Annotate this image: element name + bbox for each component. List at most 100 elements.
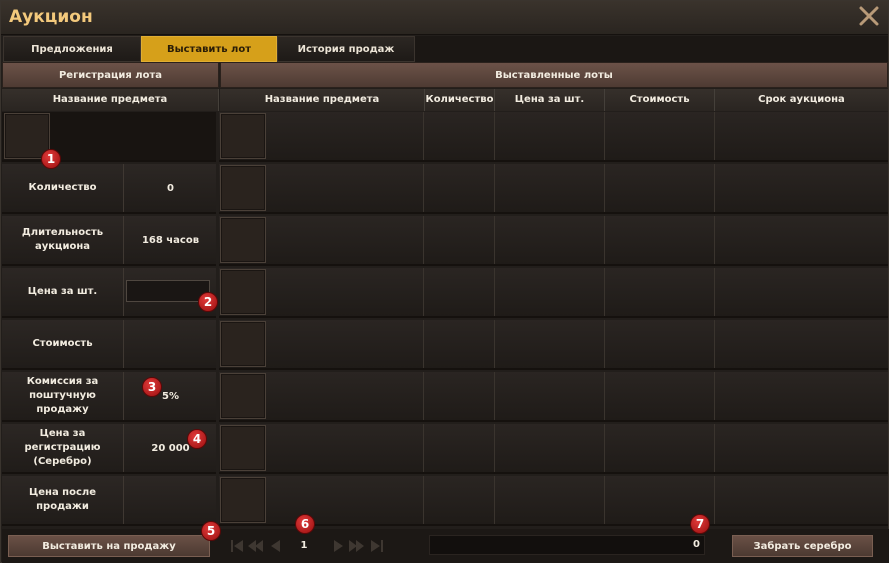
after-sale-value xyxy=(125,476,216,524)
tab-offers[interactable]: Предложения xyxy=(3,36,141,62)
lot-cell xyxy=(219,372,424,420)
next-ten-pages-icon[interactable] xyxy=(349,537,365,555)
last-page-icon[interactable] xyxy=(369,537,385,555)
lots-col-cost[interactable]: Стоимость xyxy=(605,89,715,111)
place-for-sale-button[interactable]: Выставить на продажу xyxy=(8,535,210,557)
lot-cell xyxy=(715,112,888,160)
marker-badge: 1 xyxy=(41,149,61,169)
lot-cell xyxy=(495,164,605,212)
quantity-value: 0 xyxy=(167,182,174,194)
lot-cell xyxy=(495,216,605,264)
lot-cell xyxy=(715,164,888,212)
registration-fee-row: Цена за регистрацию (Серебро) 20 000 xyxy=(2,424,216,474)
marker-badge: 3 xyxy=(142,377,162,397)
cost-row: Стоимость xyxy=(2,320,216,370)
lots-col-duration[interactable]: Срок аукциона xyxy=(715,89,888,111)
lot-cell xyxy=(495,424,605,472)
lot-cell xyxy=(219,320,424,368)
lot-cell xyxy=(715,320,888,368)
lot-row xyxy=(219,372,888,422)
marker-badge: 4 xyxy=(187,429,207,449)
lot-row xyxy=(219,112,888,162)
lot-cell xyxy=(495,268,605,316)
lot-cell xyxy=(425,216,495,264)
close-icon[interactable] xyxy=(858,5,880,27)
lot-row xyxy=(219,216,888,266)
lot-cell xyxy=(425,476,495,524)
lot-cell xyxy=(605,424,715,472)
lot-cell xyxy=(605,372,715,420)
lot-cell xyxy=(715,268,888,316)
next-page-icon[interactable] xyxy=(331,537,347,555)
quantity-row: Количество 0 xyxy=(2,164,216,214)
lot-cell xyxy=(715,216,888,264)
quantity-label: Количество xyxy=(2,164,124,212)
lot-cell xyxy=(219,424,424,472)
registration-header: Регистрация лота xyxy=(2,62,219,88)
prev-page-icon[interactable] xyxy=(267,537,283,555)
lot-cell xyxy=(495,476,605,524)
lot-row xyxy=(219,424,888,474)
after-sale-row: Цена после продажи xyxy=(2,476,216,526)
window-title: Аукцион xyxy=(9,7,93,27)
lot-row xyxy=(219,476,888,526)
lot-cell xyxy=(219,476,424,524)
tab-bar: Предложения Выставить лот История продаж xyxy=(3,36,888,62)
lot-cell xyxy=(605,164,715,212)
lot-cell xyxy=(605,268,715,316)
silver-amount: 0 xyxy=(693,539,700,550)
lots-col-quantity[interactable]: Количество xyxy=(425,89,495,111)
tab-sales-history[interactable]: История продаж xyxy=(277,36,415,62)
marker-badge: 6 xyxy=(295,514,315,534)
after-sale-label: Цена после продажи xyxy=(2,476,124,524)
cost-label: Стоимость xyxy=(2,320,124,368)
unit-price-label: Цена за шт. xyxy=(2,268,124,316)
lot-row xyxy=(219,268,888,318)
duration-label: Длительность аукциона xyxy=(2,216,124,264)
tab-place-lot[interactable]: Выставить лот xyxy=(141,36,277,62)
lot-cell xyxy=(425,320,495,368)
cost-value xyxy=(125,320,216,368)
duration-row: Длительность аукциона 168 часов xyxy=(2,216,216,266)
lot-cell xyxy=(605,112,715,160)
unit-price-row: Цена за шт. xyxy=(2,268,216,318)
item-slot-row xyxy=(2,112,216,162)
auction-window: Аукцион Предложения Выставить лот Истори… xyxy=(0,0,889,563)
lots-col-unit-price[interactable]: Цена за шт. xyxy=(495,89,605,111)
marker-badge: 5 xyxy=(201,521,221,541)
collect-silver-button[interactable]: Забрать серебро xyxy=(732,535,873,557)
silver-amount-bar: 0 xyxy=(429,535,705,555)
lot-cell xyxy=(425,164,495,212)
lot-cell xyxy=(219,164,424,212)
lot-cell xyxy=(495,112,605,160)
lot-cell xyxy=(715,476,888,524)
marker-badge: 2 xyxy=(198,292,218,312)
marker-badge: 7 xyxy=(690,514,710,534)
lot-row xyxy=(219,320,888,370)
lot-cell xyxy=(425,268,495,316)
lot-cell xyxy=(425,424,495,472)
commission-label: Комиссия за поштучную продажу xyxy=(2,372,124,420)
lot-cell xyxy=(219,268,424,316)
commission-row: Комиссия за поштучную продажу 5% xyxy=(2,372,216,422)
title-bar: Аукцион xyxy=(1,1,888,35)
lot-cell xyxy=(495,320,605,368)
lot-cell xyxy=(219,112,424,160)
lot-cell xyxy=(605,320,715,368)
lot-row xyxy=(219,164,888,214)
lots-col-name[interactable]: Название предмета xyxy=(220,89,425,111)
lot-cell xyxy=(425,372,495,420)
lot-cell xyxy=(495,372,605,420)
lot-cell xyxy=(715,424,888,472)
duration-value[interactable]: 168 часов xyxy=(125,216,216,264)
first-page-icon[interactable] xyxy=(229,537,245,555)
lot-cell xyxy=(715,372,888,420)
lots-header: Выставленные лоты xyxy=(220,62,888,88)
page-number: 1 xyxy=(300,540,308,551)
registration-column-header: Название предмета xyxy=(2,89,219,111)
lot-cell xyxy=(219,216,424,264)
registration-fee-label: Цена за регистрацию (Серебро) xyxy=(2,424,124,472)
commission-value: 5% xyxy=(162,390,179,402)
lot-cell xyxy=(605,216,715,264)
prev-ten-pages-icon[interactable] xyxy=(247,537,263,555)
